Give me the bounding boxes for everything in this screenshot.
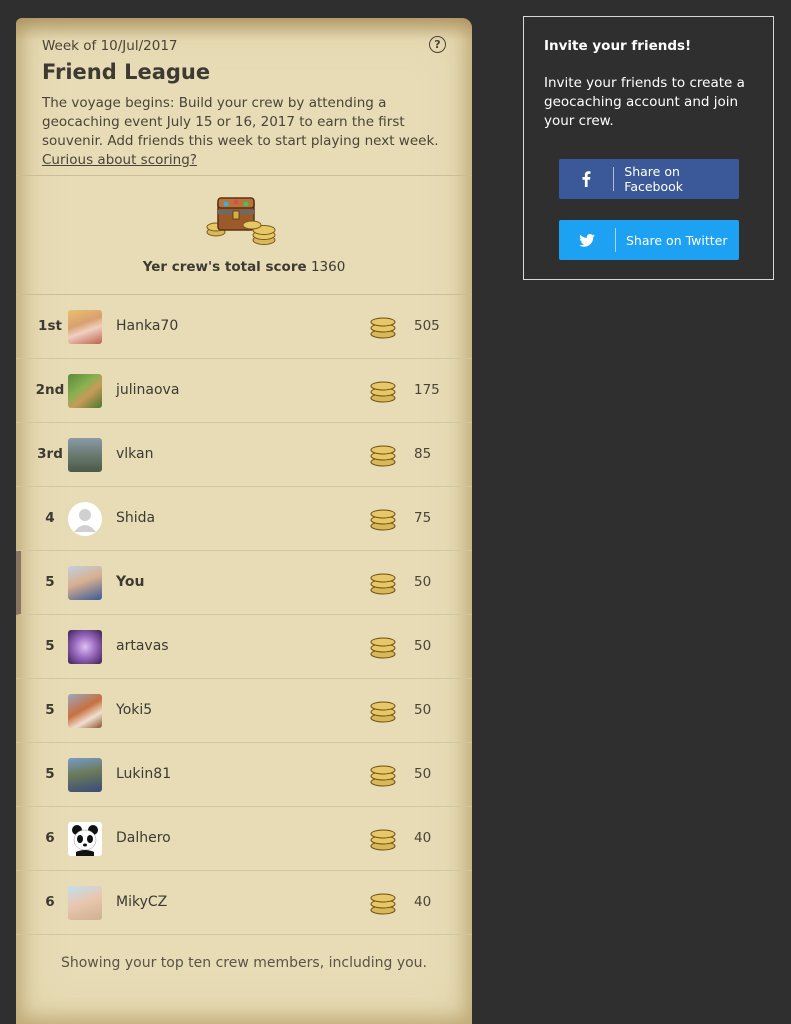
default-avatar-icon <box>68 502 102 536</box>
member-points: 40 <box>414 830 432 846</box>
member-name[interactable]: MikyCZ <box>116 871 167 934</box>
week-label: Week of 10/Jul/2017 <box>42 38 178 54</box>
rank: 6 <box>45 830 55 846</box>
invite-text: Invite your friends to create a geocachi… <box>544 75 745 129</box>
coins-icon <box>370 701 396 723</box>
crew-score-value: 1360 <box>310 259 346 275</box>
member-points: 85 <box>414 446 432 462</box>
avatar <box>68 630 102 664</box>
leaderboard-row[interactable]: 6 Dalhero 40 <box>16 807 472 871</box>
leaderboard-row[interactable]: 1st Hanka70 505 <box>16 295 472 359</box>
facebook-label: Share on Facebook <box>624 164 684 194</box>
avatar <box>68 886 102 920</box>
coins-icon <box>370 893 396 915</box>
league-description: The voyage begins: Build your crew by at… <box>42 94 446 170</box>
leaderboard-row[interactable]: 2nd julinaova 175 <box>16 359 472 423</box>
coins-icon <box>370 381 396 403</box>
member-name[interactable]: Shida <box>116 487 155 550</box>
panda-avatar <box>68 822 102 856</box>
rank: 5 <box>45 638 55 654</box>
leaderboard-row[interactable]: 5 artavas 50 <box>16 615 472 679</box>
friend-league-panel: Week of 10/Jul/2017 ? Friend League The … <box>16 18 472 1024</box>
help-icon[interactable]: ? <box>429 36 446 53</box>
coins-icon <box>370 317 396 339</box>
leaderboard-row[interactable]: 5 Lukin81 50 <box>16 743 472 807</box>
leaderboard-row[interactable]: 5 Yoki5 50 <box>16 679 472 743</box>
member-points: 50 <box>414 638 432 654</box>
facebook-icon <box>559 167 615 191</box>
member-points: 40 <box>414 894 432 910</box>
coins-icon <box>370 509 396 531</box>
member-points: 50 <box>414 702 432 718</box>
member-name[interactable]: julinaova <box>116 359 179 422</box>
share-twitter-button[interactable]: Share on Twitter <box>559 220 739 260</box>
description-text: The voyage begins: Build your crew by at… <box>42 95 439 149</box>
rank: 6 <box>45 894 55 910</box>
rank: 3rd <box>37 446 63 462</box>
avatar <box>68 374 102 408</box>
coins-icon <box>370 445 396 467</box>
share-facebook-button[interactable]: Share on Facebook <box>559 159 739 199</box>
crew-total-score: Yer crew's total score 1360 <box>16 259 472 275</box>
coins-icon <box>370 637 396 659</box>
rank: 5 <box>45 766 55 782</box>
member-name[interactable]: Yoki5 <box>116 679 152 742</box>
rank: 1st <box>38 318 62 334</box>
avatar <box>68 758 102 792</box>
member-points: 175 <box>414 382 440 398</box>
leaderboard-row[interactable]: 6 MikyCZ 40 <box>16 871 472 935</box>
invite-friends-panel: Invite your friends! Invite your friends… <box>523 16 774 280</box>
rank: 5 <box>45 574 55 590</box>
invite-title: Invite your friends! <box>544 38 692 54</box>
coins-icon <box>370 765 396 787</box>
member-points: 50 <box>414 766 432 782</box>
leaderboard-row-current-user[interactable]: 5 You 50 <box>16 551 472 615</box>
member-points: 50 <box>414 574 432 590</box>
crew-score-section: Yer crew's total score 1360 <box>16 176 472 295</box>
crew-score-label: Yer crew's total score <box>142 259 307 275</box>
page-title: Friend League <box>42 60 211 84</box>
member-points: 505 <box>414 318 440 334</box>
treasure-chest-icon <box>206 197 276 245</box>
twitter-icon <box>559 228 616 252</box>
avatar <box>68 310 102 344</box>
rank: 2nd <box>35 382 65 398</box>
scoring-link[interactable]: Curious about scoring? <box>42 152 197 168</box>
leaderboard-footer: Showing your top ten crew members, inclu… <box>60 955 427 971</box>
member-name[interactable]: You <box>116 551 144 614</box>
member-points: 75 <box>414 510 432 526</box>
coins-icon <box>370 573 396 595</box>
rank: 4 <box>45 510 55 526</box>
member-name[interactable]: Dalhero <box>116 807 171 870</box>
twitter-label: Share on Twitter <box>626 232 728 248</box>
member-name[interactable]: artavas <box>116 615 169 678</box>
member-name[interactable]: vlkan <box>116 423 154 486</box>
avatar <box>68 438 102 472</box>
coins-icon <box>370 829 396 851</box>
leaderboard: 1st Hanka70 505 2nd julinaova 175 3rd vl… <box>16 295 472 935</box>
leaderboard-row[interactable]: 3rd vlkan 85 <box>16 423 472 487</box>
member-name[interactable]: Hanka70 <box>116 295 178 358</box>
avatar <box>68 694 102 728</box>
leaderboard-row[interactable]: 4 Shida 75 <box>16 487 472 551</box>
league-header: Week of 10/Jul/2017 ? Friend League The … <box>16 18 472 176</box>
rank: 5 <box>45 702 55 718</box>
avatar <box>68 566 102 600</box>
member-name[interactable]: Lukin81 <box>116 743 171 806</box>
